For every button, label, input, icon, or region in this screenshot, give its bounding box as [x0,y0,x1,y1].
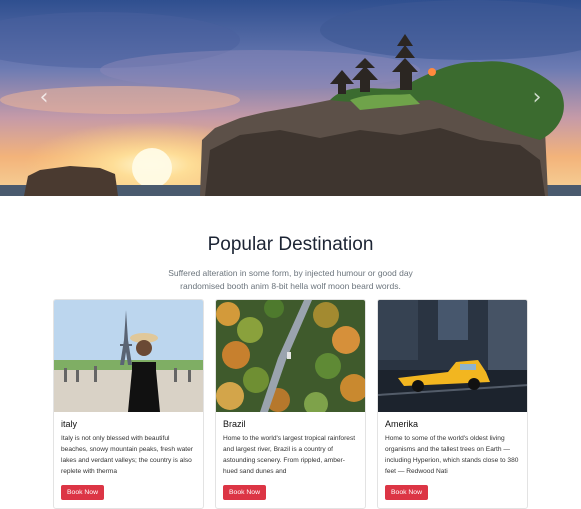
chevron-left-icon[interactable]: ‹ [32,86,56,110]
section-title: Popular Destination [207,234,374,255]
book-now-button[interactable]: Book Now [223,485,266,500]
card-image-italy [54,300,203,412]
card-text: Home to some of the world's oldest livin… [385,435,519,475]
card-image-brazil [216,300,365,412]
chevron-right-icon[interactable]: › [525,86,549,110]
destination-card-amerika: Amerika Home to some of the world's olde… [377,299,528,509]
card-title: Amerika [385,419,419,429]
book-now-button[interactable]: Book Now [61,485,104,500]
card-text: Home to the world's largest tropical rai… [223,435,356,475]
card-text: Italy is not only blessed with beautiful… [61,435,193,475]
destination-card-brazil: Brazil Home to the world's largest tropi… [215,299,366,509]
card-title: italy [61,419,78,429]
hero-carousel: ‹ › [0,0,581,196]
hero-image-temple-sunset [0,0,581,196]
card-image-amerika [378,300,527,412]
section-subtitle: Suffered alteration in some form, by inj… [168,268,413,291]
card-title: Brazil [223,419,246,429]
destination-card-italy: italy Italy is not only blessed with bea… [53,299,204,509]
book-now-button[interactable]: Book Now [385,485,428,500]
destination-cards: italy Italy is not only blessed with bea… [53,299,528,509]
